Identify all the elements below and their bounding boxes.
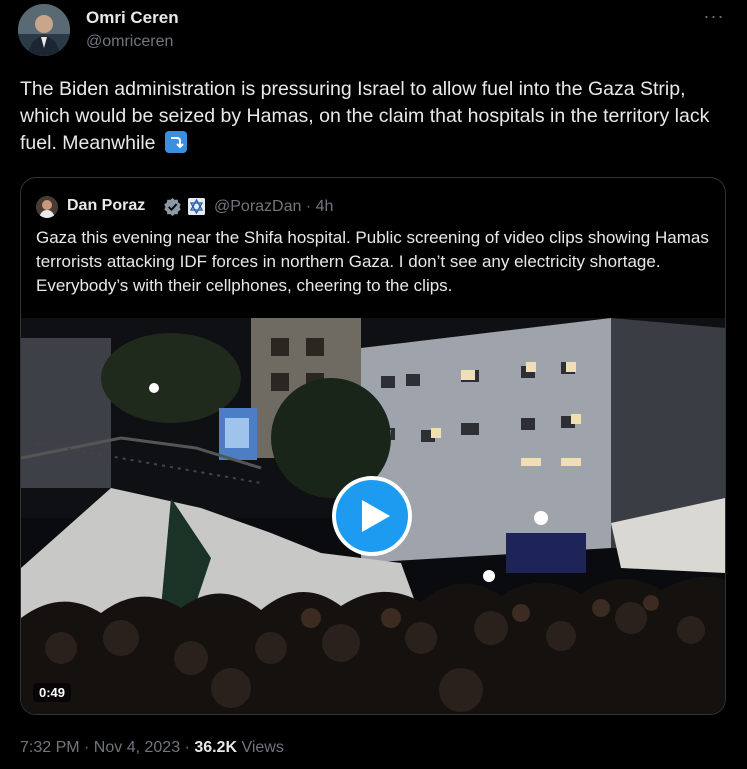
- tweet-meta: 7:32 PM · Nov 4, 2023 · 36.2K Views: [20, 739, 284, 757]
- views-count[interactable]: 36.2K: [194, 739, 237, 756]
- right-arrow-curving-down-icon: [164, 131, 187, 153]
- quoted-author-avatar[interactable]: [36, 196, 58, 218]
- author-handle[interactable]: @omriceren: [86, 33, 173, 51]
- author-avatar[interactable]: [18, 4, 70, 56]
- tweet-body: The Biden administration is pressuring I…: [20, 78, 710, 154]
- affiliation-badge-icon: [188, 198, 205, 215]
- quoted-author-name[interactable]: Dan Poraz: [67, 197, 145, 215]
- play-button[interactable]: [332, 476, 412, 556]
- author-name[interactable]: Omri Ceren: [86, 8, 179, 28]
- quoted-author-handle-time[interactable]: @PorazDan · 4h: [214, 198, 333, 216]
- video-duration: 0:49: [33, 683, 72, 702]
- video-player[interactable]: 0:49: [21, 318, 725, 714]
- more-options-button[interactable]: ···: [699, 6, 729, 30]
- views-label: Views: [237, 739, 284, 756]
- tweet-text: The Biden administration is pressuring I…: [20, 76, 720, 157]
- quoted-tweet-text: Gaza this evening near the Shifa hospita…: [36, 228, 709, 295]
- timestamp[interactable]: 7:32 PM · Nov 4, 2023 ·: [20, 739, 194, 756]
- verified-badge-icon: [163, 197, 182, 221]
- quoted-tweet[interactable]: Dan Poraz @PorazDan · 4h Gaza this eveni…: [20, 177, 726, 715]
